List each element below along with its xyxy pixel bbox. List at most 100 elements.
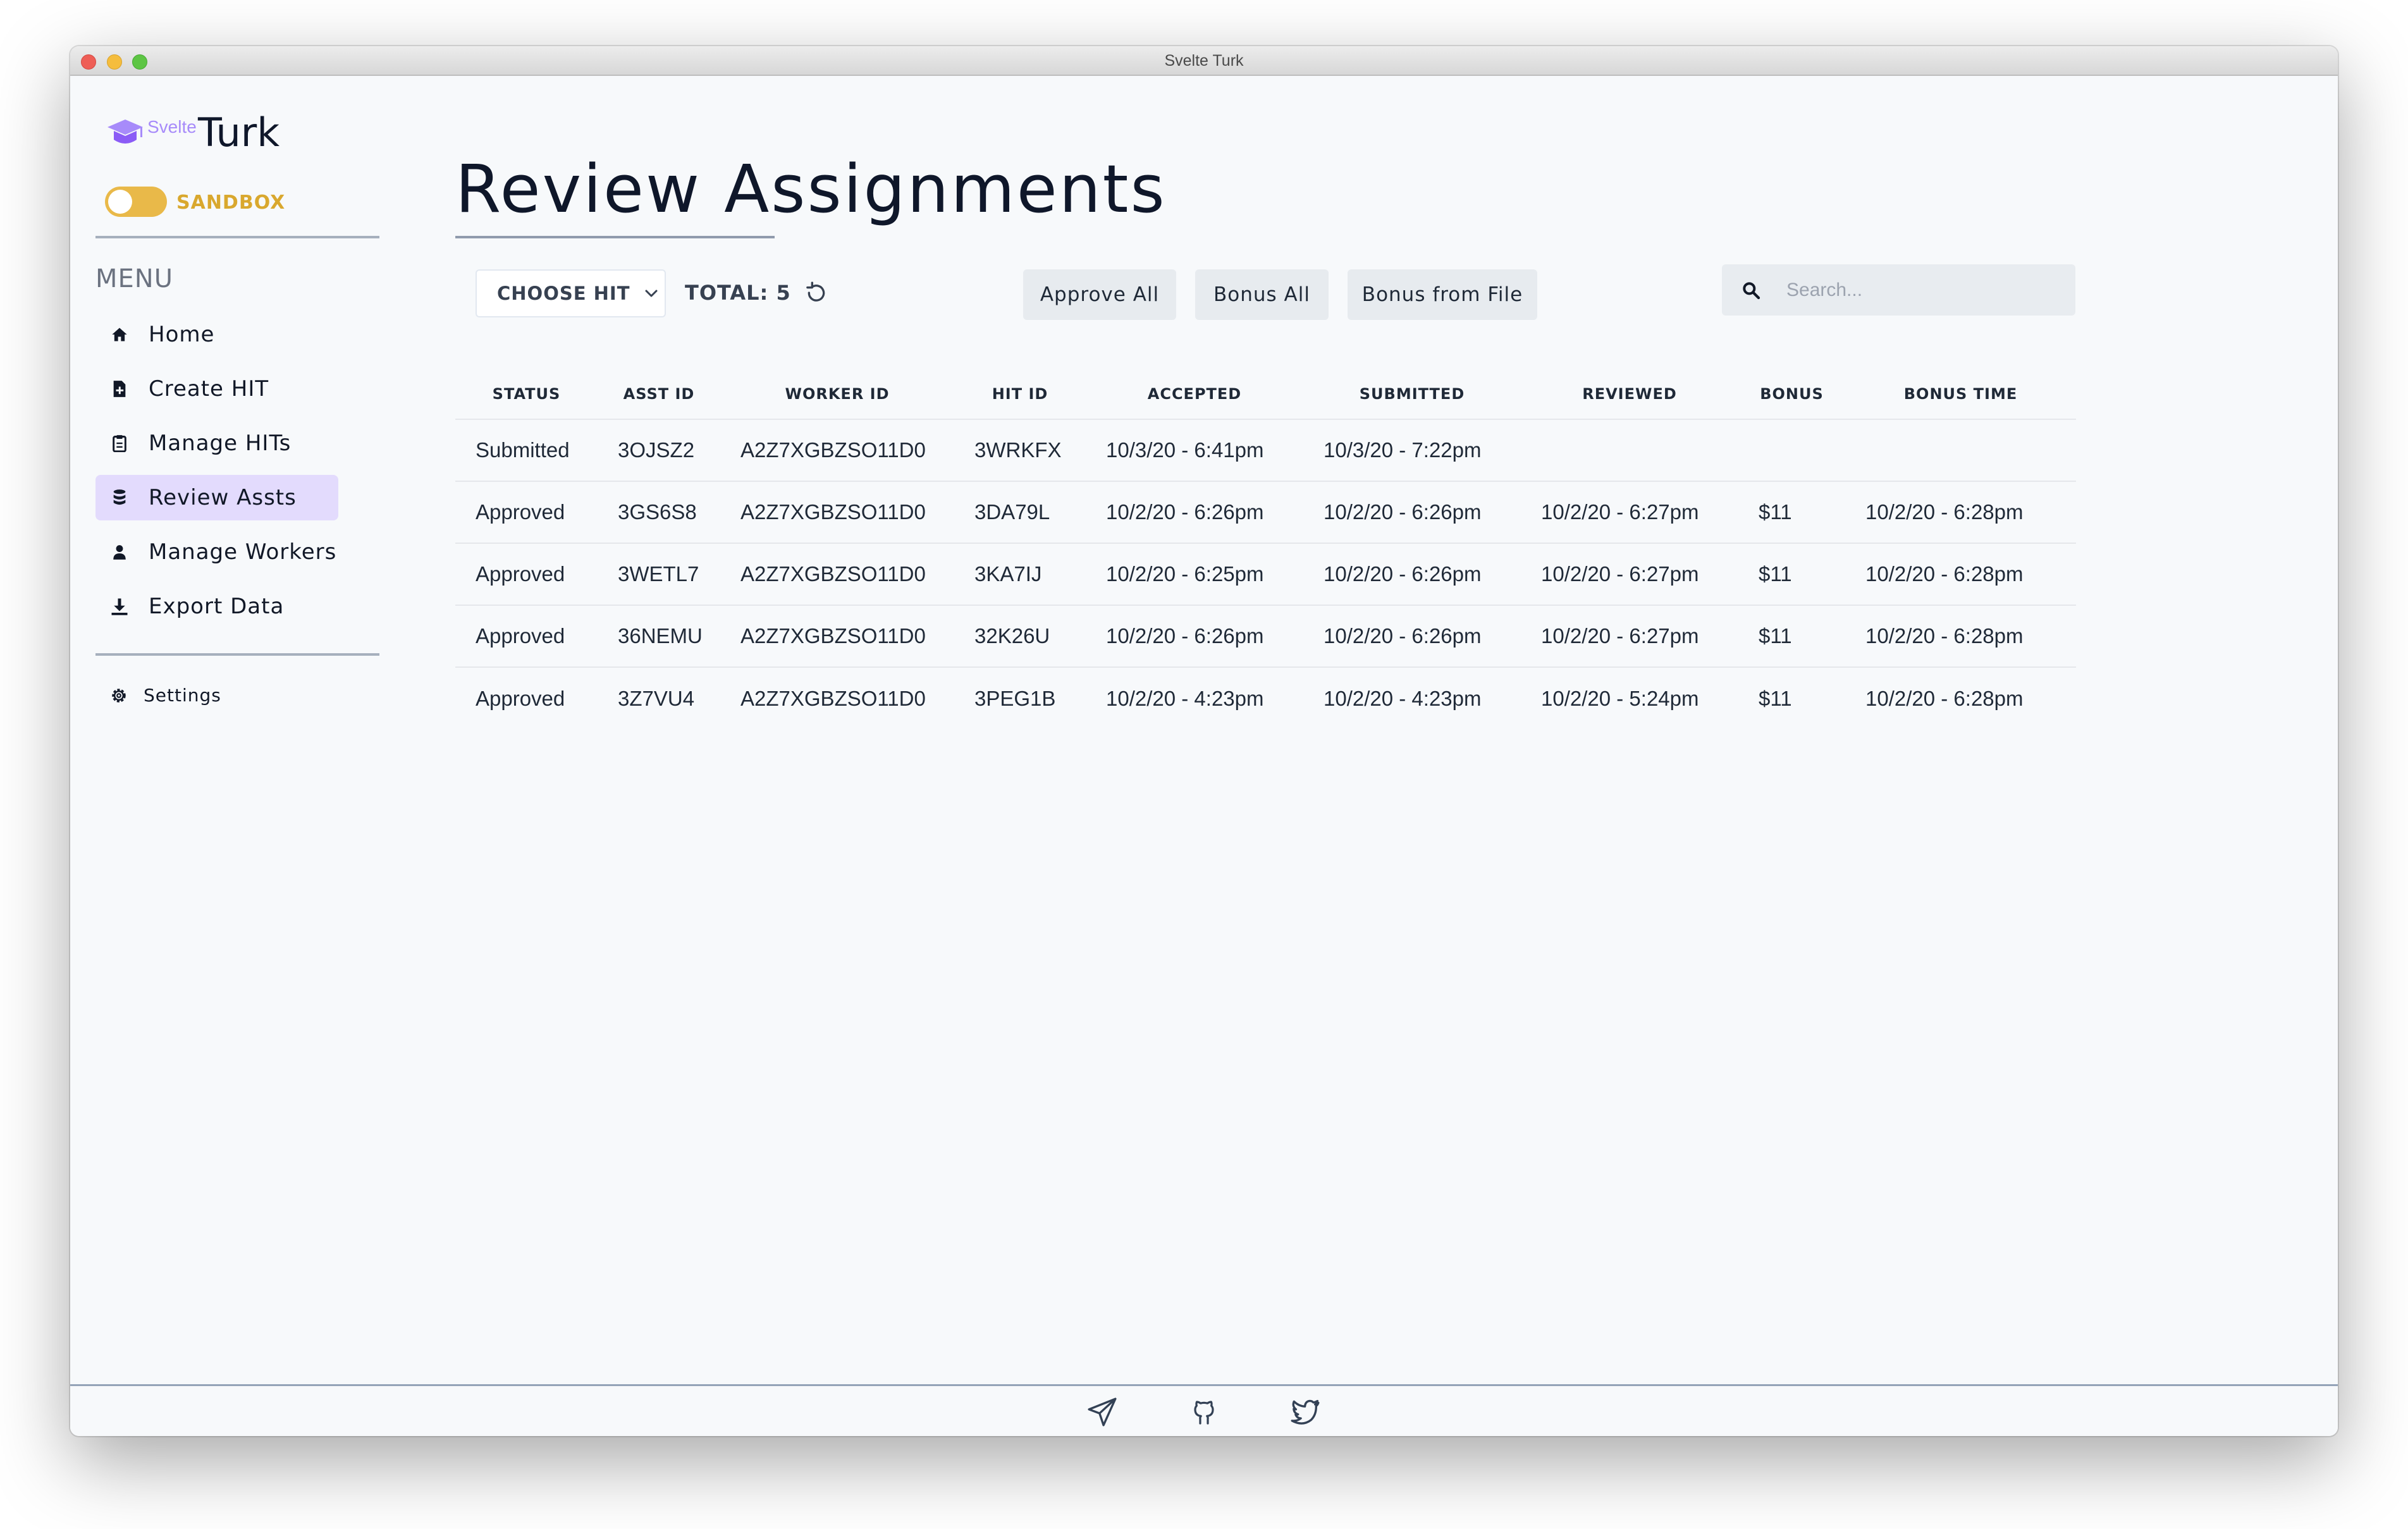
window-title: Svelte Turk [1164,52,1244,70]
sandbox-label: SANDBOX [176,192,286,214]
reviewed-cell: 10/2/20 - 6:27pm [1521,543,1738,605]
logo-big-text: Turk [198,109,280,156]
sidebar-divider [95,653,379,656]
total-label: TOTAL: 5 [685,281,791,305]
status-cell: Approved [455,543,598,605]
column-header-accepted[interactable]: ACCEPTED [1086,369,1303,419]
hit-id-cell: 3DA79L [954,481,1086,543]
graduation-cap-icon [108,120,143,144]
send-icon[interactable] [1085,1395,1119,1429]
sandbox-toggle-row: SANDBOX [105,187,358,218]
status-cell: Submitted [455,419,598,481]
clipboard-icon [109,433,130,453]
reviewed-cell: 10/2/20 - 6:27pm [1521,605,1738,667]
reviewed-cell [1521,419,1738,481]
sidebar-item-label: Home [149,322,215,347]
settings-label: Settings [144,685,221,706]
column-header-reviewed[interactable]: REVIEWED [1521,369,1738,419]
submitted-cell: 10/2/20 - 6:26pm [1303,605,1521,667]
submitted-cell: 10/2/20 - 6:26pm [1303,481,1521,543]
accepted-cell: 10/2/20 - 6:26pm [1086,481,1303,543]
sidebar-item-label: Create HIT [149,376,269,402]
search-input[interactable] [1786,279,2052,301]
table-header-row: STATUS ASST ID WORKER ID HIT ID ACCEPTED… [455,369,2076,419]
column-header-bonus-time[interactable]: BONUS TIME [1845,369,2076,419]
table-row[interactable]: Approved 3GS6S8 A2Z7XGBZSO11D0 3DA79L 10… [455,481,2076,543]
asst-id-cell: 36NEMU [598,605,720,667]
worker-id-cell: A2Z7XGBZSO11D0 [720,543,954,605]
table-row[interactable]: Approved 36NEMU A2Z7XGBZSO11D0 32K26U 10… [455,605,2076,667]
sidebar-item-label: Export Data [149,594,285,619]
asst-id-cell: 3WETL7 [598,543,720,605]
reviewed-cell: 10/2/20 - 5:24pm [1521,666,1738,729]
refresh-icon[interactable] [804,280,829,305]
bonus-cell [1738,419,1845,481]
column-header-hit-id[interactable]: HIT ID [954,369,1086,419]
worker-id-cell: A2Z7XGBZSO11D0 [720,419,954,481]
logo-small-text: Svelte [147,117,197,137]
status-cell: Approved [455,481,598,543]
github-icon[interactable] [1187,1395,1221,1429]
accepted-cell: 10/3/20 - 6:41pm [1086,419,1303,481]
bonus-from-file-button[interactable]: Bonus from File [1348,269,1537,320]
table-row[interactable]: Approved 3WETL7 A2Z7XGBZSO11D0 3KA7IJ 10… [455,543,2076,605]
table-row[interactable]: Submitted 3OJSZ2 A2Z7XGBZSO11D0 3WRKFX 1… [455,419,2076,481]
column-header-bonus[interactable]: BONUS [1738,369,1845,419]
user-icon [109,542,130,562]
hit-id-cell: 3WRKFX [954,419,1086,481]
approve-all-button[interactable]: Approve All [1023,269,1176,320]
file-plus-icon [109,379,130,399]
assignments-table: STATUS ASST ID WORKER ID HIT ID ACCEPTED… [455,369,2076,729]
hit-id-cell: 3PEG1B [954,666,1086,729]
bonus-all-button[interactable]: Bonus All [1195,269,1329,320]
accepted-cell: 10/2/20 - 6:25pm [1086,543,1303,605]
sidebar-item-label: Manage HITs [149,431,292,456]
column-header-asst-id[interactable]: ASST ID [598,369,720,419]
table-row[interactable]: Approved 3Z7VU4 A2Z7XGBZSO11D0 3PEG1B 10… [455,666,2076,729]
menu-title: MENU [95,264,173,293]
asst-id-cell: 3OJSZ2 [598,419,720,481]
sidebar-divider [95,236,379,238]
column-header-submitted[interactable]: SUBMITTED [1303,369,1521,419]
gear-icon [112,688,126,703]
worker-id-cell: A2Z7XGBZSO11D0 [720,481,954,543]
sidebar-item-create-hit[interactable]: Create HIT [95,366,338,412]
app-logo: Svelte Turk [106,109,359,160]
bonus-time-cell: 10/2/20 - 6:28pm [1845,481,2076,543]
bonus-cell: $11 [1738,481,1845,543]
column-header-status[interactable]: STATUS [455,369,598,419]
column-header-worker-id[interactable]: WORKER ID [720,369,954,419]
toggle-knob [108,190,132,214]
twitter-icon[interactable] [1288,1395,1322,1429]
submitted-cell: 10/2/20 - 6:26pm [1303,543,1521,605]
database-icon [109,488,130,508]
worker-id-cell: A2Z7XGBZSO11D0 [720,605,954,667]
submitted-cell: 10/3/20 - 7:22pm [1303,419,1521,481]
reviewed-cell: 10/2/20 - 6:27pm [1521,481,1738,543]
app-window: Svelte Turk Svelte Turk SANDBOX MENU Hom… [70,46,2338,1436]
sidebar-item-export-data[interactable]: Export Data [95,584,338,629]
bonus-time-cell [1845,419,2076,481]
asst-id-cell: 3Z7VU4 [598,666,720,729]
sidebar-item-manage-workers[interactable]: Manage Workers [95,529,338,575]
sidebar-item-home[interactable]: Home [95,312,338,357]
bonus-cell: $11 [1738,666,1845,729]
choose-hit-dropdown[interactable]: CHOOSE HIT [476,269,666,317]
download-icon [109,596,130,617]
sidebar-item-review-assts[interactable]: Review Assts [95,475,338,520]
sidebar-item-manage-hits[interactable]: Manage HITs [95,421,338,466]
accepted-cell: 10/2/20 - 4:23pm [1086,666,1303,729]
bonus-cell: $11 [1738,605,1845,667]
chevron-down-icon [644,289,658,298]
sandbox-toggle[interactable] [105,187,167,217]
status-cell: Approved [455,605,598,667]
choose-hit-label: CHOOSE HIT [497,283,630,304]
bonus-time-cell: 10/2/20 - 6:28pm [1845,666,2076,729]
worker-id-cell: A2Z7XGBZSO11D0 [720,666,954,729]
submitted-cell: 10/2/20 - 4:23pm [1303,666,1521,729]
status-cell: Approved [455,666,598,729]
accepted-cell: 10/2/20 - 6:26pm [1086,605,1303,667]
bonus-time-cell: 10/2/20 - 6:28pm [1845,605,2076,667]
search-box [1722,264,2075,316]
sidebar-item-settings[interactable]: Settings [109,685,221,706]
